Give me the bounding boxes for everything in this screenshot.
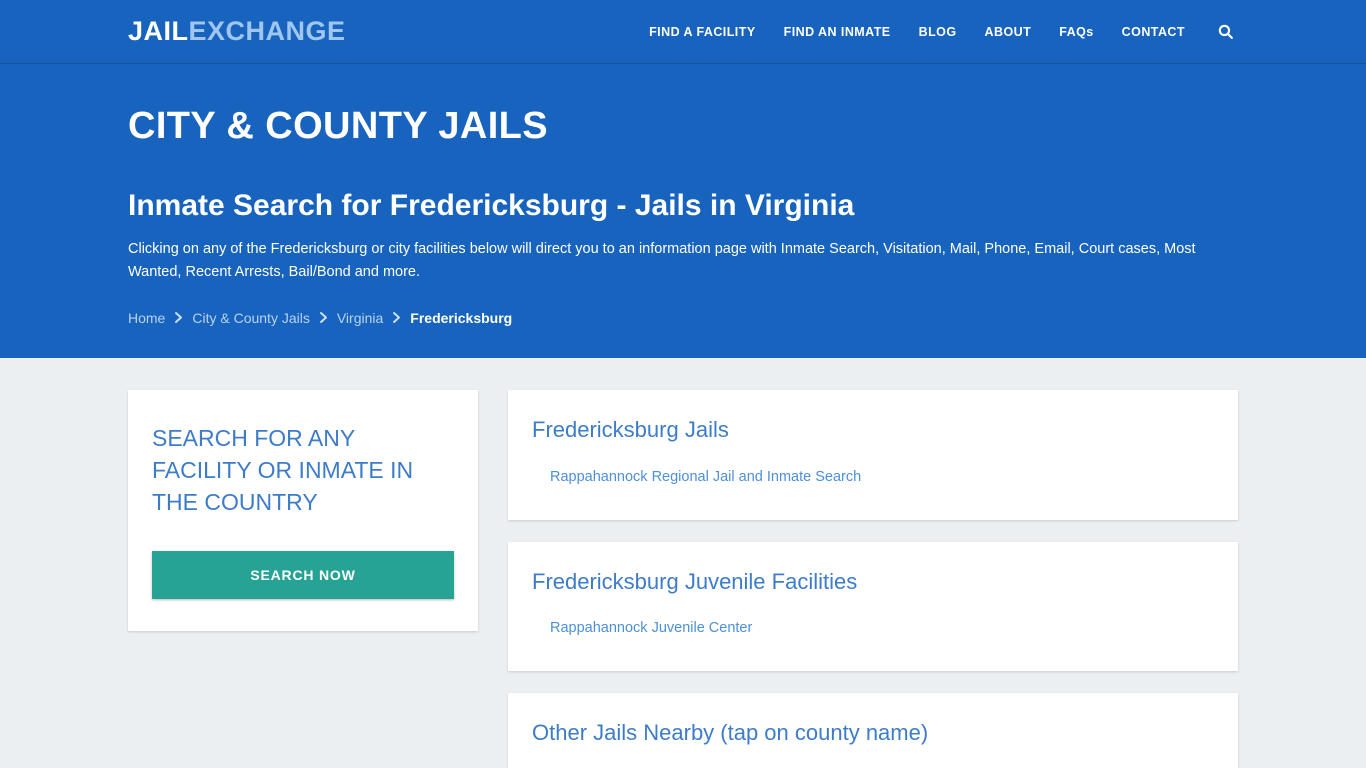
nav-blog[interactable]: BLOG bbox=[905, 25, 971, 39]
chevron-right-icon bbox=[383, 311, 410, 324]
logo-text-secondary: EXCHANGE bbox=[188, 16, 346, 46]
nav-faqs[interactable]: FAQs bbox=[1045, 25, 1107, 39]
hero-section: CITY & COUNTY JAILS Inmate Search for Fr… bbox=[0, 64, 1366, 358]
nav-contact[interactable]: CONTACT bbox=[1108, 25, 1199, 39]
search-promo-title: SEARCH FOR ANY FACILITY OR INMATE IN THE… bbox=[152, 425, 414, 516]
facility-card-title[interactable]: Fredericksburg Jails bbox=[532, 416, 729, 445]
list-item[interactable]: Rappahannock Regional Jail and Inmate Se… bbox=[550, 463, 1214, 492]
list-item[interactable]: Rappahannock Juvenile Center bbox=[550, 614, 1214, 643]
facility-links-list: Rappahannock Regional Jail and Inmate Se… bbox=[532, 463, 1214, 492]
sidebar: SEARCH FOR ANY FACILITY OR INMATE IN THE… bbox=[128, 390, 478, 631]
site-logo[interactable]: JAILEXCHANGE bbox=[128, 18, 346, 45]
breadcrumb: Home City & County Jails Virginia Freder… bbox=[128, 310, 1238, 326]
search-now-button[interactable]: SEARCH NOW bbox=[152, 550, 454, 599]
chevron-right-icon bbox=[310, 311, 337, 324]
logo-text-primary: JAIL bbox=[128, 16, 189, 46]
facility-card-title[interactable]: Fredericksburg Juvenile Facilities bbox=[532, 568, 857, 597]
facility-card-title[interactable]: Other Jails Nearby (tap on county name) bbox=[532, 719, 928, 748]
main-menu: FIND A FACILITY FIND AN INMATE BLOG ABOU… bbox=[635, 23, 1238, 40]
facility-links-list: Rappahannock Juvenile Center bbox=[532, 614, 1214, 643]
breadcrumb-item-current: Fredericksburg bbox=[410, 309, 513, 326]
nav-find-a-facility[interactable]: FIND A FACILITY bbox=[635, 25, 770, 39]
facility-card-jails: Fredericksburg Jails Rappahannock Region… bbox=[508, 390, 1238, 520]
search-icon[interactable] bbox=[1199, 23, 1238, 40]
top-navigation-bar: JAILEXCHANGE FIND A FACILITY FIND AN INM… bbox=[0, 0, 1366, 64]
facility-card-nearby: Other Jails Nearby (tap on county name) bbox=[508, 693, 1238, 768]
breadcrumb-item-city-county-jails[interactable]: City & County Jails bbox=[192, 310, 309, 326]
chevron-right-icon bbox=[165, 311, 192, 324]
facility-list-column: Fredericksburg Jails Rappahannock Region… bbox=[508, 390, 1238, 768]
facility-card-juvenile: Fredericksburg Juvenile Facilities Rappa… bbox=[508, 541, 1238, 672]
page-title: Inmate Search for Fredericksburg - Jails… bbox=[128, 188, 855, 222]
page-body: SEARCH FOR ANY FACILITY OR INMATE IN THE… bbox=[0, 358, 1366, 768]
breadcrumb-item-virginia[interactable]: Virginia bbox=[337, 310, 383, 326]
nav-find-an-inmate[interactable]: FIND AN INMATE bbox=[770, 25, 905, 39]
page-description: Clicking on any of the Fredericksburg or… bbox=[128, 240, 1196, 281]
search-promo-card: SEARCH FOR ANY FACILITY OR INMATE IN THE… bbox=[128, 390, 478, 631]
nav-about[interactable]: ABOUT bbox=[971, 25, 1046, 39]
breadcrumb-item-home[interactable]: Home bbox=[128, 310, 165, 326]
page-kicker: CITY & COUNTY JAILS bbox=[128, 105, 549, 147]
